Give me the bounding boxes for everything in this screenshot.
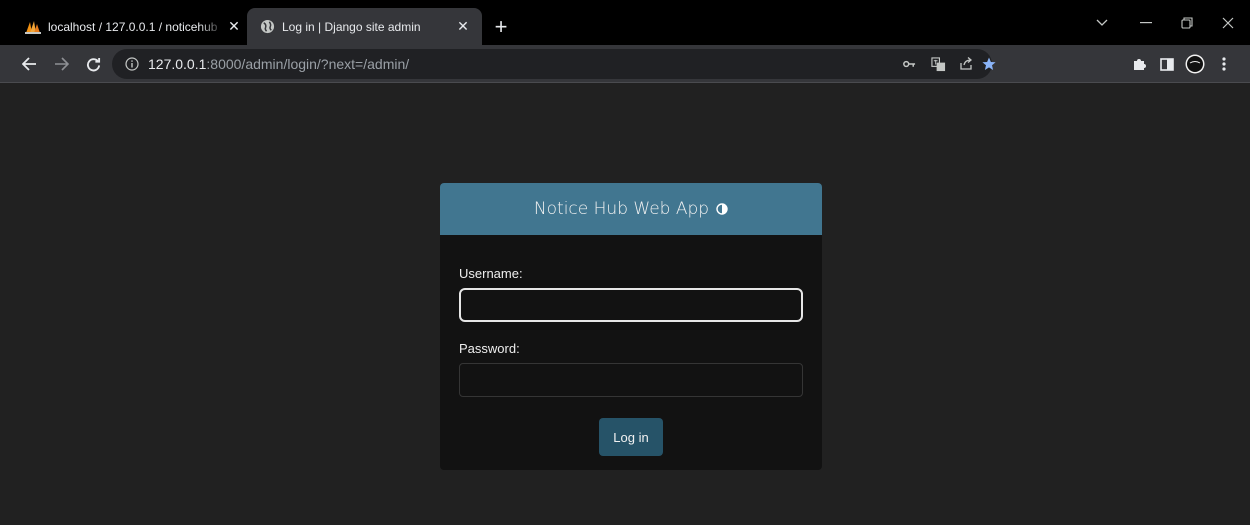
login-button[interactable]: Log in [599,418,663,456]
profile-avatar[interactable] [1182,51,1208,77]
close-tab-icon[interactable]: ✕ [225,18,243,36]
username-label: Username: [459,266,523,281]
share-icon[interactable] [955,49,977,79]
restore-icon[interactable] [1165,0,1209,45]
globe-icon [259,19,275,35]
translate-icon[interactable] [927,49,949,79]
bookmark-star-icon[interactable] [978,49,1000,79]
url-text[interactable]: 127.0.0.1:8000/admin/login/?next=/admin/ [148,56,409,72]
password-label: Password: [459,341,520,356]
page-content: Notice Hub Web App Username: Password: L… [0,83,1250,525]
new-tab-button[interactable]: + [488,14,514,40]
url-host: 127.0.0.1 [148,56,207,72]
tab-title: Log in | Django site admin [282,19,421,34]
phpmyadmin-icon [25,19,41,35]
url-path: :8000/admin/login/?next=/admin/ [206,56,410,72]
minimize-icon[interactable] [1124,0,1168,45]
tab-strip: localhost / 127.0.0.1 / noticehub ✕ Log … [0,0,1250,45]
browser-menu-icon[interactable] [1211,51,1237,77]
theme-toggle-icon[interactable] [716,203,728,215]
tab-title: localhost / 127.0.0.1 / noticehub [48,19,218,34]
site-info-icon[interactable] [124,56,140,72]
close-tab-icon[interactable]: ✕ [454,18,472,36]
login-form: Username: Password: Log in [440,266,822,456]
username-input[interactable] [459,288,803,322]
browser-window: localhost / 127.0.0.1 / noticehub ✕ Log … [0,0,1250,525]
forward-arrow-icon[interactable] [48,51,74,77]
browser-toolbar: 127.0.0.1:8000/admin/login/?next=/admin/ [0,45,1250,83]
tab-phpmyadmin[interactable]: localhost / 127.0.0.1 / noticehub ✕ [13,8,253,45]
site-brand: Notice Hub Web App [533,199,710,219]
tab-search-chevron-icon[interactable] [1080,0,1124,45]
login-card: Notice Hub Web App Username: Password: L… [440,183,822,470]
address-bar[interactable]: 127.0.0.1:8000/admin/login/?next=/admin/ [112,49,996,79]
login-header: Notice Hub Web App [440,183,822,235]
back-arrow-icon[interactable] [16,51,42,77]
password-input[interactable] [459,363,803,397]
extensions-puzzle-icon[interactable] [1126,51,1152,77]
submit-row: Log in [459,418,803,456]
window-close-icon[interactable] [1206,0,1250,45]
tab-django-admin[interactable]: Log in | Django site admin ✕ [247,8,482,45]
side-panel-icon[interactable] [1154,51,1180,77]
reload-icon[interactable] [80,51,106,77]
key-icon[interactable] [898,49,920,79]
